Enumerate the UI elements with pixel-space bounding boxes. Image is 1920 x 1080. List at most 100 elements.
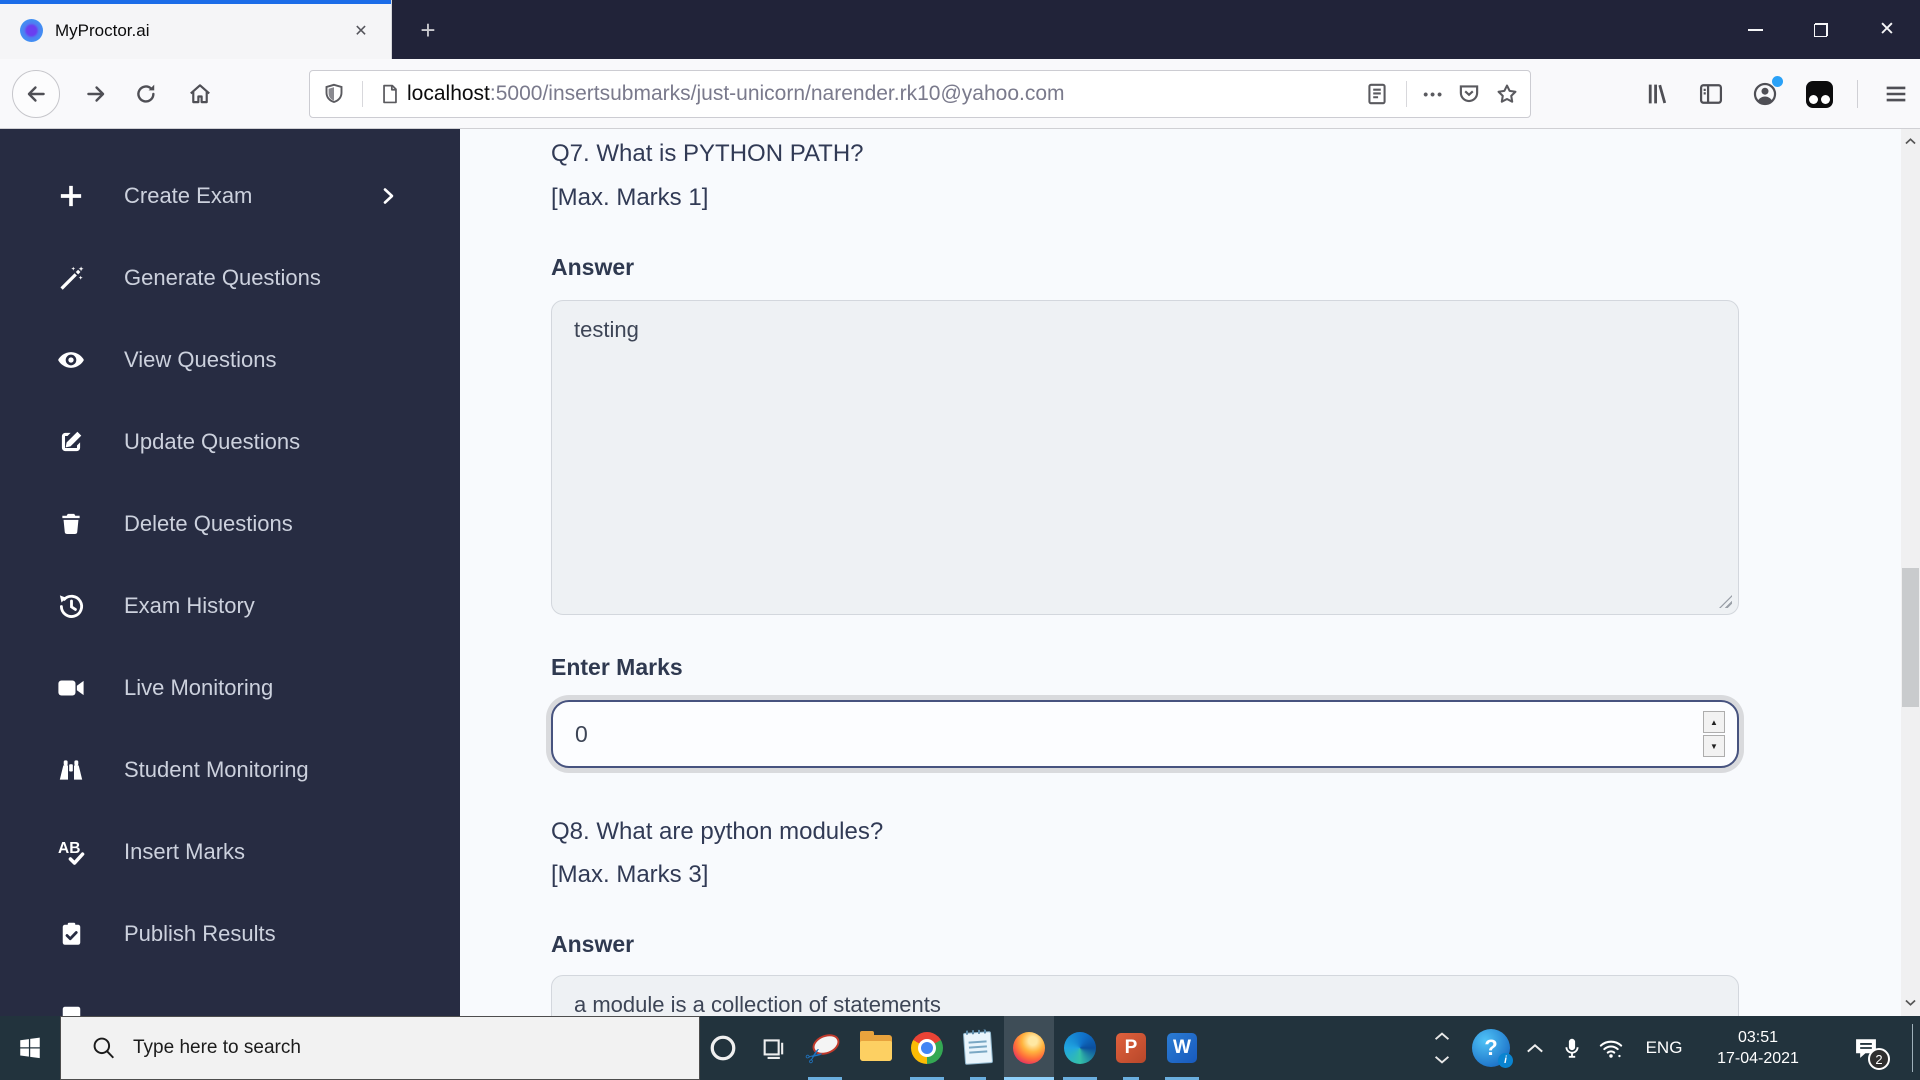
answer-textarea-q8[interactable]: a module is a collection of statements	[551, 975, 1739, 1016]
taskbar-taskview-button[interactable]	[749, 1016, 799, 1080]
browser-tab[interactable]: MyProctor.ai ✕	[0, 0, 392, 59]
answer-label-q8: Answer	[551, 931, 635, 957]
window-controls: ✕	[1722, 0, 1920, 59]
extension-logo	[1805, 80, 1833, 108]
sidebar-item-delete-questions[interactable]: Delete Questions	[0, 483, 460, 565]
urlbar-divider	[362, 81, 363, 107]
back-button[interactable]	[12, 69, 60, 118]
edit-icon	[56, 427, 86, 457]
taskbar-notepad-button[interactable]	[953, 1016, 1003, 1080]
microphone-tray-icon[interactable]	[1556, 1016, 1588, 1080]
page-info-icon[interactable]	[379, 82, 401, 106]
system-tray: ? i ENG 03:51 17-04-2021 2	[1420, 1016, 1920, 1080]
taskbar-clock[interactable]: 03:51 17-04-2021	[1698, 1016, 1818, 1080]
get-help-button[interactable]: ? i	[1468, 1016, 1514, 1080]
tray-scroll-buttons	[1428, 1016, 1456, 1080]
toolbar-divider	[1857, 80, 1858, 108]
page-viewport: Create Exam Generate Questions View Ques…	[0, 129, 1920, 1016]
forward-button[interactable]	[76, 74, 116, 114]
powerpoint-icon: P	[1116, 1033, 1146, 1063]
taskbar-cortana-button[interactable]	[698, 1016, 748, 1080]
menu-hamburger-icon[interactable]	[1880, 78, 1912, 110]
taskbar-firefox-button[interactable]	[1004, 1016, 1054, 1080]
sidebar-item-create-exam[interactable]: Create Exam	[0, 155, 460, 237]
info-badge: i	[1498, 1053, 1513, 1068]
minimize-button[interactable]	[1722, 0, 1788, 59]
word-icon: W	[1167, 1029, 1201, 1063]
toolbar-right-icons	[1641, 59, 1912, 129]
chevron-down-icon[interactable]	[1434, 1055, 1450, 1065]
sidebar-item-generate-questions[interactable]: Generate Questions	[0, 237, 460, 319]
wifi-tray-icon[interactable]	[1592, 1016, 1630, 1080]
sidebar-item-exam-history[interactable]: Exam History	[0, 565, 460, 647]
bookmark-star-icon[interactable]	[1494, 81, 1520, 107]
answer-textarea-q7[interactable]: testing	[551, 300, 1739, 615]
tracking-shield-icon[interactable]	[322, 82, 346, 106]
scroll-down-icon[interactable]	[1901, 992, 1920, 1012]
taskbar: ✂ P	[0, 1016, 1920, 1080]
sidebar-item-insert-marks[interactable]: AB Insert Marks	[0, 811, 460, 893]
spinner-up-icon[interactable]: ▲	[1703, 711, 1725, 733]
taskbar-snipping-tool-button[interactable]: ✂	[800, 1016, 850, 1080]
sidebar-item-publish-results[interactable]: Publish Results	[0, 893, 460, 975]
page-scrollbar[interactable]	[1901, 129, 1920, 1016]
restore-button[interactable]	[1788, 0, 1854, 59]
tab-close-icon[interactable]: ✕	[348, 18, 374, 44]
account-icon[interactable]	[1749, 76, 1783, 110]
task-view-icon	[763, 1039, 784, 1059]
close-button[interactable]: ✕	[1854, 0, 1920, 59]
number-spinner: ▲ ▼	[1703, 711, 1725, 757]
question-7-max-marks: [Max. Marks 1]	[551, 184, 709, 211]
extension-icon[interactable]	[1803, 78, 1835, 110]
reload-icon	[137, 84, 155, 103]
binoculars-icon	[56, 755, 86, 785]
answer-label-q7: Answer	[551, 254, 635, 280]
show-hidden-icons-button[interactable]	[1520, 1016, 1550, 1080]
spinner-down-icon[interactable]: ▼	[1703, 735, 1725, 757]
svg-text:AB: AB	[58, 840, 80, 857]
scrollbar-thumb[interactable]	[1902, 568, 1919, 707]
action-center-button[interactable]: 2	[1840, 1016, 1892, 1080]
question-7-heading: Q7. What is PYTHON PATH?	[551, 140, 864, 167]
start-button[interactable]	[0, 1016, 60, 1080]
pocket-icon[interactable]	[1456, 81, 1482, 107]
chevron-right-icon	[378, 186, 398, 206]
reload-button[interactable]	[126, 74, 166, 114]
file-explorer-icon	[860, 1031, 892, 1061]
sidebar-item-partial[interactable]	[0, 975, 460, 1016]
taskbar-edge-button[interactable]	[1055, 1016, 1105, 1080]
sidebar-item-label: View Questions	[124, 347, 277, 372]
sidebar-item-label: Update Questions	[124, 429, 301, 454]
sidebar-toggle-icon[interactable]	[1695, 78, 1727, 110]
taskbar-search[interactable]	[60, 1016, 700, 1080]
sidebar-item-live-monitoring[interactable]: Live Monitoring	[0, 647, 460, 729]
taskbar-word-button[interactable]: W	[1157, 1016, 1207, 1080]
taskbar-chrome-button[interactable]	[902, 1016, 952, 1080]
close-icon: ✕	[1879, 19, 1895, 40]
home-button[interactable]	[180, 74, 220, 114]
url-bar[interactable]: localhost:5000/insertsubmarks/just-unico…	[309, 70, 1531, 118]
new-tab-button[interactable]: +	[410, 14, 446, 46]
search-icon	[91, 1035, 117, 1061]
taskbar-powerpoint-button[interactable]: P	[1106, 1016, 1156, 1080]
chevron-up-icon[interactable]	[1434, 1031, 1450, 1041]
notepad-icon	[962, 1031, 994, 1065]
sidebar-item-student-monitoring[interactable]: Student Monitoring	[0, 729, 460, 811]
sidebar-item-view-questions[interactable]: View Questions	[0, 319, 460, 401]
library-icon[interactable]	[1641, 78, 1673, 110]
search-input[interactable]	[133, 1037, 613, 1059]
show-desktop-divider[interactable]	[1912, 1024, 1913, 1072]
marks-input-q7[interactable]	[551, 700, 1739, 768]
taskbar-explorer-button[interactable]	[851, 1016, 901, 1080]
urlbar-divider-2	[1406, 81, 1408, 107]
reader-mode-icon[interactable]	[1364, 81, 1390, 107]
myproctor-favicon	[20, 19, 43, 42]
language-indicator[interactable]: ENG	[1636, 1016, 1692, 1080]
url-path: :5000/insertsubmarks/just-unicorn/narend…	[489, 82, 1065, 105]
taskbar-apps: ✂ P W	[698, 1016, 1208, 1080]
scroll-up-icon[interactable]	[1901, 131, 1920, 151]
forward-arrow-icon	[87, 85, 105, 102]
sidebar-item-update-questions[interactable]: Update Questions	[0, 401, 460, 483]
page-actions-icon[interactable]: •••	[1423, 86, 1444, 102]
url-text[interactable]: localhost:5000/insertsubmarks/just-unico…	[407, 82, 1358, 106]
